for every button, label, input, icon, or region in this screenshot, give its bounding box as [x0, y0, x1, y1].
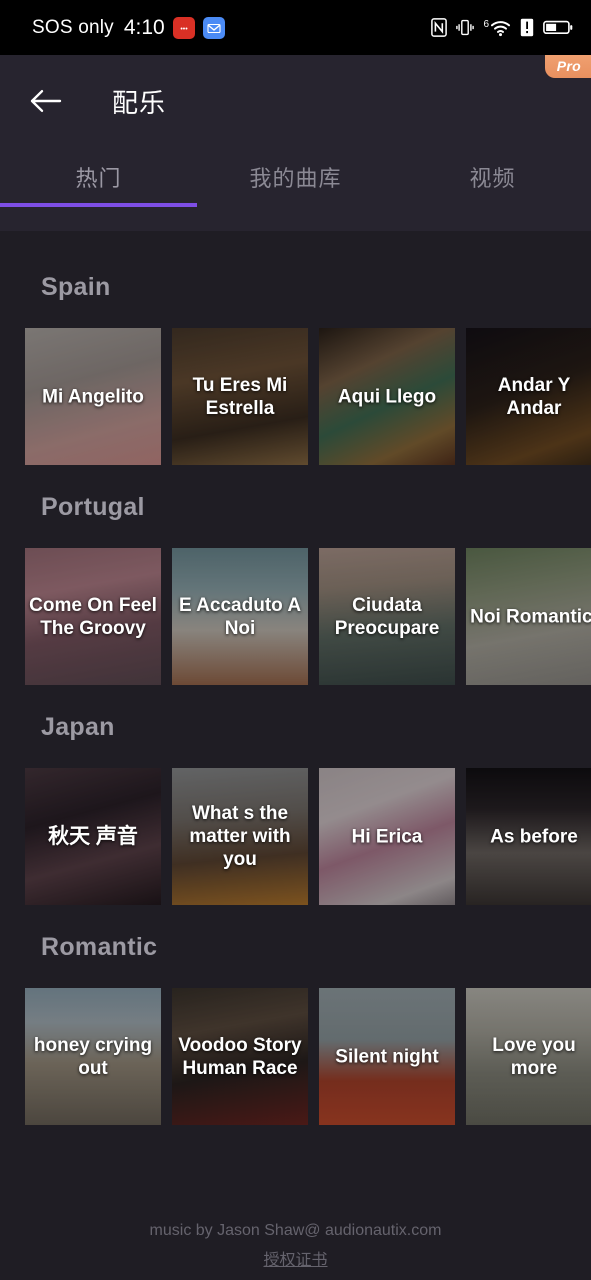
status-bar-left: SOS only 4:10 ••• [32, 16, 225, 40]
title-row: 配乐 [0, 55, 591, 147]
music-card[interactable]: Mi Angelito [25, 328, 161, 465]
music-card[interactable]: Voodoo Story Human Race [172, 988, 308, 1125]
music-card[interactable]: Come On Feel The Groovy [25, 548, 161, 685]
music-card-title: 秋天 声音 [48, 824, 138, 848]
app-header: 配乐 热门 我的曲库 视频 Pro [0, 55, 591, 231]
music-card[interactable]: Aqui Llego [319, 328, 455, 465]
music-card[interactable]: Hi Erica [319, 768, 455, 905]
category-title: Portugal [41, 493, 145, 521]
license-link[interactable]: 授权证书 [0, 1246, 591, 1270]
music-card-title: E Accaduto A Noi [178, 594, 302, 639]
clock-label: 4:10 [123, 15, 165, 39]
alert-icon [520, 18, 534, 37]
battery-icon [543, 18, 573, 37]
sections-host: Spain Mi Angelito Tu Eres Mi Estrella Aqui … [0, 231, 591, 1125]
page-title: 配乐 [112, 87, 167, 118]
category-section: Spain Mi Angelito Tu Eres Mi Estrella Aqui … [0, 231, 591, 465]
svg-text:•••: ••• [180, 26, 188, 33]
tab-my-library[interactable]: 我的曲库 [197, 161, 394, 193]
tab-bar: 热门 我的曲库 视频 [0, 147, 591, 207]
vibrate-icon [456, 18, 475, 37]
music-card[interactable]: E Accaduto A Noi [172, 548, 308, 685]
music-card-title: Tu Eres Mi Estrella [192, 374, 288, 419]
music-credit-label: music by Jason Shaw@ audionautix.com [149, 1222, 442, 1239]
tab-video[interactable]: 视频 [394, 161, 591, 193]
music-card-title: Voodoo Story Human Race [178, 1034, 302, 1079]
music-card-title: Mi Angelito [42, 385, 144, 407]
category-section: Japan 秋天 声音 What s the matter with you Hi E… [0, 685, 591, 905]
tab-active-indicator [0, 203, 197, 207]
pro-badge[interactable]: Pro [544, 55, 591, 78]
category-section: Romantic honey crying out Voodoo Story Hum… [0, 905, 591, 1125]
nfc-icon [431, 18, 448, 37]
music-card-title: Andar Y Andar [497, 374, 571, 419]
music-card-title: Ciudata Preocupare [334, 594, 440, 639]
music-card[interactable]: Silent night [319, 988, 455, 1125]
category-section: Portugal Come On Feel The Groovy E Accadut… [0, 465, 591, 685]
category-card-row[interactable]: 秋天 声音 What s the matter with you Hi Erica A… [0, 768, 591, 905]
wifi-6-icon: 6 [483, 18, 511, 37]
music-card[interactable]: Ciudata Preocupare [319, 548, 455, 685]
music-card-title: Love you more [492, 1034, 576, 1079]
music-card[interactable]: What s the matter with you [172, 768, 308, 905]
music-card[interactable]: 秋天 声音 [25, 768, 161, 905]
music-card-title: Silent night [335, 1045, 439, 1067]
category-card-row[interactable]: Come On Feel The Groovy E Accaduto A Noi C… [0, 548, 591, 685]
music-card[interactable]: Noi Romantici [466, 548, 591, 685]
music-card-title: Aqui Llego [337, 385, 437, 407]
music-card[interactable]: Andar Y Andar [466, 328, 591, 465]
music-card[interactable]: As before [466, 768, 591, 905]
status-bar-right: 6 [431, 18, 573, 37]
back-arrow-icon[interactable] [28, 83, 64, 119]
category-title: Japan [41, 713, 115, 741]
music-card[interactable]: honey crying out [25, 988, 161, 1125]
tab-popular[interactable]: 热门 [0, 161, 197, 193]
music-card-title: Come On Feel The Groovy [29, 594, 157, 639]
music-card-title: What s the matter with you [189, 802, 291, 871]
music-card-title: Hi Erica [351, 825, 423, 847]
music-card[interactable]: Tu Eres Mi Estrella [172, 328, 308, 465]
carrier-label: SOS only [32, 16, 114, 38]
footer: music by Jason Shaw@ audionautix.com 授权证… [0, 1222, 591, 1280]
music-card-title: Noi Romantici [470, 605, 591, 627]
category-card-row[interactable]: honey crying out Voodoo Story Human Race S… [0, 988, 591, 1125]
app-icon-red: ••• [172, 16, 195, 39]
status-bar: SOS only 4:10 ••• 6 [0, 0, 591, 55]
app-icon-blue [202, 16, 225, 39]
music-category-list[interactable]: Spain Mi Angelito Tu Eres Mi Estrella Aqui … [0, 231, 591, 1280]
music-card-title: honey crying out [33, 1034, 153, 1079]
music-card[interactable]: Love you more [466, 988, 591, 1125]
music-card-title: As before [490, 825, 578, 847]
category-title: Romantic [41, 933, 158, 961]
category-card-row[interactable]: Mi Angelito Tu Eres Mi Estrella Aqui Llego… [0, 328, 591, 465]
category-title: Spain [41, 273, 111, 301]
